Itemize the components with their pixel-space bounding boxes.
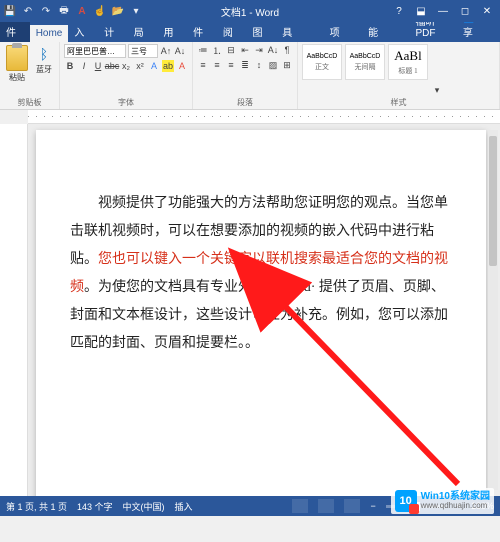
decrease-indent-icon[interactable]: ⇤: [239, 44, 251, 56]
read-mode-icon[interactable]: [292, 499, 308, 513]
style-no-spacing[interactable]: AaBbCcD 无间隔: [345, 44, 385, 80]
numbering-icon[interactable]: ⒈: [211, 44, 223, 56]
bluetooth-icon: ᛒ: [35, 45, 53, 63]
ribbon-group-paragraph: ≔ ⒈ ⊟ ⇤ ⇥ A↓ ¶ ≡ ≡ ≡ ≣ ↕ ▨ ⊞ 段落: [193, 42, 298, 109]
bullets-icon[interactable]: ≔: [197, 44, 209, 56]
group-label-clipboard: 剪贴板: [4, 96, 55, 108]
status-page[interactable]: 第 1 页, 共 1 页: [6, 500, 67, 513]
ribbon-group-clipboard: 粘贴 ᛒ 蓝牙 剪贴板: [0, 42, 60, 109]
ribbon-group-styles: AaBbCcD 正文 AaBbCcD 无间隔 AaBl 标题 1 ▾ 样式: [298, 42, 500, 109]
horizontal-ruler[interactable]: [28, 110, 500, 124]
style-preview: AaBl: [394, 48, 421, 64]
underline-button[interactable]: U: [92, 60, 104, 72]
styles-more-icon[interactable]: ▾: [431, 84, 443, 96]
ribbon-group-font: A↑ A↓ B I U abc x₂ x² A ab A 字体: [60, 42, 193, 109]
ribbon: 粘贴 ᛒ 蓝牙 剪贴板 A↑ A↓ B I U abc x₂ x²: [0, 42, 500, 110]
highlight-icon[interactable]: ab: [162, 60, 174, 72]
customize-qa-icon[interactable]: ▾: [130, 5, 142, 17]
zoom-out-button[interactable]: −: [370, 501, 375, 511]
print-layout-icon[interactable]: [318, 499, 334, 513]
window-title: 文档1 - Word: [221, 4, 279, 19]
font-family-select[interactable]: [64, 44, 126, 58]
quick-access-toolbar: 💾 ↶ ↷ 🖶 A ☝ 📂 ▾: [4, 5, 142, 17]
style-preview: AaBbCcD: [307, 53, 338, 60]
tab-home[interactable]: Home: [30, 25, 69, 42]
maximize-button[interactable]: ◻: [456, 6, 474, 17]
status-word-count[interactable]: 143 个字: [77, 500, 113, 513]
paste-icon: [6, 45, 28, 71]
page-scroll[interactable]: 视频提供了功能强大的方法帮助您证明您的观点。当您单击联机视频时，可以在想要添加的…: [28, 124, 500, 496]
font-color-icon[interactable]: A: [76, 5, 88, 17]
redo-icon[interactable]: ↷: [40, 5, 52, 17]
align-left-icon[interactable]: ≡: [197, 59, 209, 71]
open-icon[interactable]: 📂: [112, 5, 124, 17]
touch-mode-icon[interactable]: ☝: [94, 5, 106, 17]
bluetooth-button[interactable]: ᛒ 蓝牙: [33, 44, 55, 76]
watermark-url: www.qdhuajin.com: [421, 502, 490, 511]
vertical-ruler[interactable]: [0, 124, 28, 496]
align-center-icon[interactable]: ≡: [211, 59, 223, 71]
style-name: 标题 1: [398, 66, 417, 76]
minimize-button[interactable]: —: [434, 6, 452, 17]
style-name: 无间隔: [355, 62, 376, 72]
shrink-font-icon[interactable]: A↓: [174, 45, 186, 57]
vertical-scrollbar[interactable]: [488, 130, 498, 490]
group-label-paragraph: 段落: [197, 96, 293, 108]
group-label-styles: 样式: [302, 96, 495, 108]
web-layout-icon[interactable]: [344, 499, 360, 513]
help-icon[interactable]: ?: [390, 6, 408, 17]
document-area: 视频提供了功能强大的方法帮助您证明您的观点。当您单击联机视频时，可以在想要添加的…: [0, 124, 500, 496]
close-button[interactable]: ✕: [478, 6, 496, 17]
font-color-button[interactable]: A: [176, 60, 188, 72]
save-icon[interactable]: 💾: [4, 5, 16, 17]
watermark-badge-icon: 10: [395, 490, 417, 512]
increase-indent-icon[interactable]: ⇥: [253, 44, 265, 56]
group-label-font: 字体: [64, 96, 188, 108]
borders-icon[interactable]: ⊞: [281, 59, 293, 71]
status-language[interactable]: 中文(中国): [123, 500, 165, 513]
sort-icon[interactable]: A↓: [267, 44, 279, 56]
style-preview: AaBbCcD: [350, 53, 381, 60]
style-normal[interactable]: AaBbCcD 正文: [302, 44, 342, 80]
status-insert-mode[interactable]: 插入: [175, 500, 193, 513]
bold-button[interactable]: B: [64, 60, 76, 72]
show-marks-icon[interactable]: ¶: [281, 44, 293, 56]
title-bar: 💾 ↶ ↷ 🖶 A ☝ 📂 ▾ 文档1 - Word ? ⬓ — ◻ ✕: [0, 0, 500, 22]
subscript-button[interactable]: x₂: [120, 60, 132, 72]
window-controls: ? ⬓ — ◻ ✕: [390, 6, 496, 17]
paste-button[interactable]: 粘贴: [4, 44, 30, 84]
undo-icon[interactable]: ↶: [22, 5, 34, 17]
justify-icon[interactable]: ≣: [239, 59, 251, 71]
text-seg3: 。为使您的文档具有专业外观，Word· 提供了页眉、页脚、封面和文本框设计，这些…: [70, 280, 448, 351]
italic-button[interactable]: I: [78, 60, 90, 72]
superscript-button[interactable]: x²: [134, 60, 146, 72]
style-heading1[interactable]: AaBl 标题 1: [388, 44, 428, 80]
strike-button[interactable]: abc: [106, 60, 118, 72]
font-size-select[interactable]: [128, 44, 158, 58]
ribbon-display-icon[interactable]: ⬓: [412, 6, 430, 17]
shading-icon[interactable]: ▨: [267, 59, 279, 71]
watermark: 10 Win10系统家园 www.qdhuajin.com: [391, 488, 494, 514]
scrollbar-thumb[interactable]: [489, 136, 497, 266]
ribbon-tabs: 文件 Home 插入 设计 布局 引用 邮件 审阅 视图 开发工具 加载项 特色…: [0, 22, 500, 42]
grow-font-icon[interactable]: A↑: [160, 45, 172, 57]
align-right-icon[interactable]: ≡: [225, 59, 237, 71]
multilevel-icon[interactable]: ⊟: [225, 44, 237, 56]
document-body-text[interactable]: 视频提供了功能强大的方法帮助您证明您的观点。当您单击联机视频时，可以在想要添加的…: [70, 190, 452, 358]
print-icon[interactable]: 🖶: [58, 5, 70, 17]
text-effects-icon[interactable]: A: [148, 60, 160, 72]
line-spacing-icon[interactable]: ↕: [253, 59, 265, 71]
style-name: 正文: [315, 62, 329, 72]
page[interactable]: 视频提供了功能强大的方法帮助您证明您的观点。当您单击联机视频时，可以在想要添加的…: [36, 130, 486, 496]
